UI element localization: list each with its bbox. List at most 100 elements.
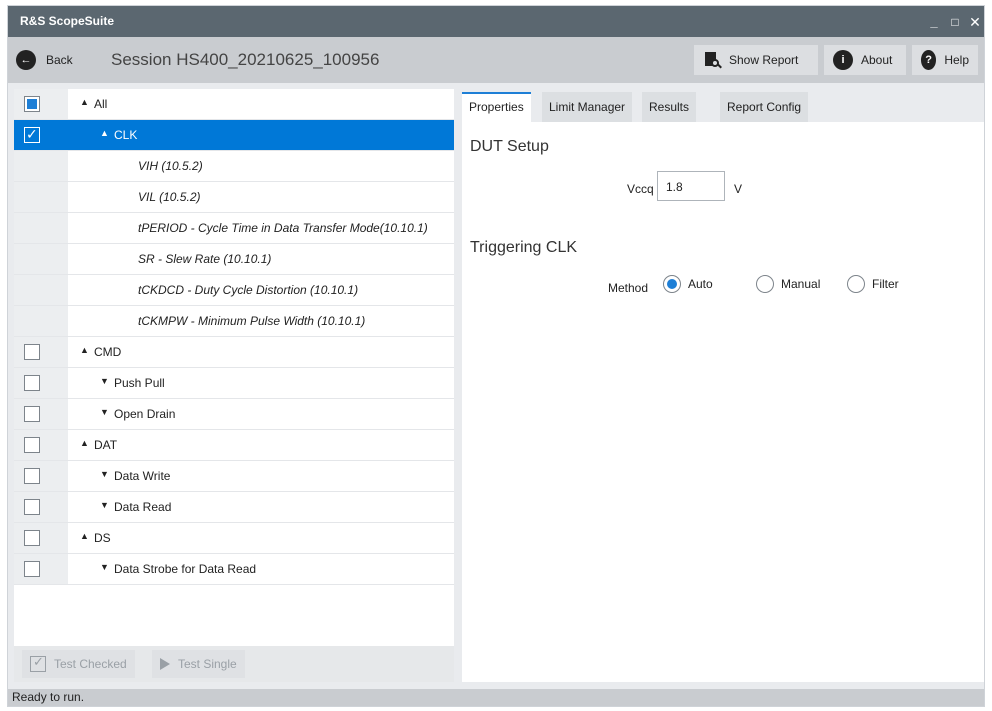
collapse-arrow-icon[interactable]: ▲ [100, 128, 109, 138]
tree-item-label: DS [94, 531, 111, 545]
collapse-arrow-icon[interactable]: ▲ [80, 531, 89, 541]
test-single-label: Test Single [178, 657, 237, 671]
collapse-arrow-icon[interactable]: ▲ [80, 438, 89, 448]
report-search-icon [703, 51, 722, 69]
tree-row-vih[interactable]: VIH (10.5.2) [14, 151, 454, 182]
tree-item-label: Push Pull [114, 376, 165, 390]
expand-arrow-icon[interactable]: ▼ [100, 500, 109, 510]
tab-report-config[interactable]: Report Config [720, 92, 809, 122]
checkbox-cmd[interactable] [24, 344, 40, 360]
back-arrow-icon: ← [16, 50, 36, 70]
radio-label: Auto [688, 277, 713, 291]
tree-row-tckdcd[interactable]: tCKDCD - Duty Cycle Distortion (10.10.1) [14, 275, 454, 306]
expand-arrow-icon[interactable]: ▼ [100, 469, 109, 479]
help-label: Help [944, 53, 969, 67]
show-report-label: Show Report [729, 53, 799, 67]
app-title: R&S ScopeSuite [20, 14, 115, 28]
checkbox-data-write[interactable] [24, 468, 40, 484]
tree-row-open-drain[interactable]: ▼ Open Drain [14, 399, 454, 430]
tree-row-data-write[interactable]: ▼ Data Write [14, 461, 454, 492]
about-label: About [861, 53, 893, 67]
method-radio-filter[interactable]: Filter [847, 275, 899, 293]
tree-row-tckmpw[interactable]: tCKMPW - Minimum Pulse Width (10.10.1) [14, 306, 454, 337]
tree-row-ds[interactable]: ▲ DS [14, 523, 454, 554]
method-label: Method [608, 281, 649, 295]
tree-item-label: DAT [94, 438, 118, 452]
test-single-button[interactable]: Test Single [152, 650, 245, 678]
tree-item-label: VIH (10.5.2) [138, 159, 203, 173]
test-tree-panel: ▲ All ▲ CLK VIH (10.5.2) VIL (10.5.2) tP… [14, 89, 454, 646]
expand-arrow-icon[interactable]: ▼ [100, 407, 109, 417]
status-text: Ready to run. [12, 690, 85, 704]
expand-arrow-icon[interactable]: ▼ [100, 376, 109, 386]
help-icon: ? [921, 50, 937, 70]
toolbar: ← Back Session HS400_20210625_100956 Sho… [8, 37, 984, 83]
tree-item-label: All [94, 97, 108, 111]
triggering-clk-title: Triggering CLK [470, 239, 578, 256]
tree-row-clk[interactable]: ▲ CLK [14, 120, 454, 151]
tree-item-label: tCKMPW - Minimum Pulse Width (10.10.1) [138, 314, 366, 328]
info-icon: i [833, 50, 853, 70]
title-bar: R&S ScopeSuite _ □ ✕ [8, 6, 984, 37]
checkbox-open-drain[interactable] [24, 406, 40, 422]
tree-row-vil[interactable]: VIL (10.5.2) [14, 182, 454, 213]
checkbox-push-pull[interactable] [24, 375, 40, 391]
test-checked-button[interactable]: Test Checked [22, 650, 135, 678]
checkbox-data-strobe[interactable] [24, 561, 40, 577]
tree-row-cmd[interactable]: ▲ CMD [14, 337, 454, 368]
dut-setup-title: DUT Setup [470, 138, 549, 155]
tree-item-label: VIL (10.5.2) [138, 190, 201, 204]
close-button[interactable]: ✕ [966, 13, 984, 31]
tree-item-label: tCKDCD - Duty Cycle Distortion (10.10.1) [138, 283, 359, 297]
collapse-arrow-icon[interactable]: ▲ [80, 97, 89, 107]
tree-row-all[interactable]: ▲ All [14, 89, 454, 120]
tree-item-label: SR - Slew Rate (10.10.1) [138, 252, 272, 266]
tree-row-data-strobe[interactable]: ▼ Data Strobe for Data Read [14, 554, 454, 585]
tree-item-label: CMD [94, 345, 122, 359]
checkbox-dat[interactable] [24, 437, 40, 453]
radio-label: Filter [872, 277, 899, 291]
radio-empty-icon [756, 275, 774, 293]
tree-item-label: Data Write [114, 469, 171, 483]
status-bar: Ready to run. [8, 689, 984, 706]
maximize-button[interactable]: □ [946, 13, 964, 31]
vccq-unit: V [734, 182, 743, 196]
collapse-arrow-icon[interactable]: ▲ [80, 345, 89, 355]
help-button[interactable]: ? Help [912, 45, 978, 75]
tree-item-label: Data Read [114, 500, 172, 514]
test-checked-label: Test Checked [54, 657, 127, 671]
minimize-button[interactable]: _ [925, 13, 943, 31]
tab-properties[interactable]: Properties [462, 92, 531, 122]
about-button[interactable]: i About [824, 45, 906, 75]
app-window: R&S ScopeSuite _ □ ✕ ← Back Session HS40… [8, 6, 984, 706]
session-title: Session HS400_20210625_100956 [111, 50, 380, 69]
tree-item-label: Open Drain [114, 407, 176, 421]
properties-panel: DUT Setup Vccq 1.8 V Triggering CLK Meth… [462, 122, 984, 682]
vccq-label: Vccq [627, 182, 654, 196]
tab-results[interactable]: Results [642, 92, 697, 122]
play-icon [160, 658, 170, 670]
checkbox-all[interactable] [24, 96, 40, 112]
back-button[interactable]: ← Back [16, 45, 98, 75]
tab-limit-manager[interactable]: Limit Manager [542, 92, 633, 122]
test-action-bar: Test Checked Test Single [14, 646, 454, 682]
radio-label: Manual [781, 277, 821, 291]
tree-item-label: Data Strobe for Data Read [114, 562, 257, 576]
method-radio-auto[interactable]: Auto [663, 275, 713, 293]
tree-row-sr[interactable]: SR - Slew Rate (10.10.1) [14, 244, 454, 275]
tree-row-push-pull[interactable]: ▼ Push Pull [14, 368, 454, 399]
checkbox-clk[interactable] [24, 126, 40, 143]
expand-arrow-icon[interactable]: ▼ [100, 562, 109, 572]
checkbox-ds[interactable] [24, 530, 40, 546]
tree-row-dat[interactable]: ▲ DAT [14, 430, 454, 461]
back-button-label: Back [46, 53, 73, 67]
tree-row-data-read[interactable]: ▼ Data Read [14, 492, 454, 523]
radio-empty-icon [847, 275, 865, 293]
checkbox-data-read[interactable] [24, 499, 40, 515]
show-report-button[interactable]: Show Report [694, 45, 818, 75]
method-radio-manual[interactable]: Manual [756, 275, 820, 293]
tree-item-label: CLK [114, 128, 138, 142]
tree-row-tperiod[interactable]: tPERIOD - Cycle Time in Data Transfer Mo… [14, 213, 454, 244]
check-run-icon [30, 654, 46, 672]
vccq-input[interactable]: 1.8 [657, 171, 725, 201]
